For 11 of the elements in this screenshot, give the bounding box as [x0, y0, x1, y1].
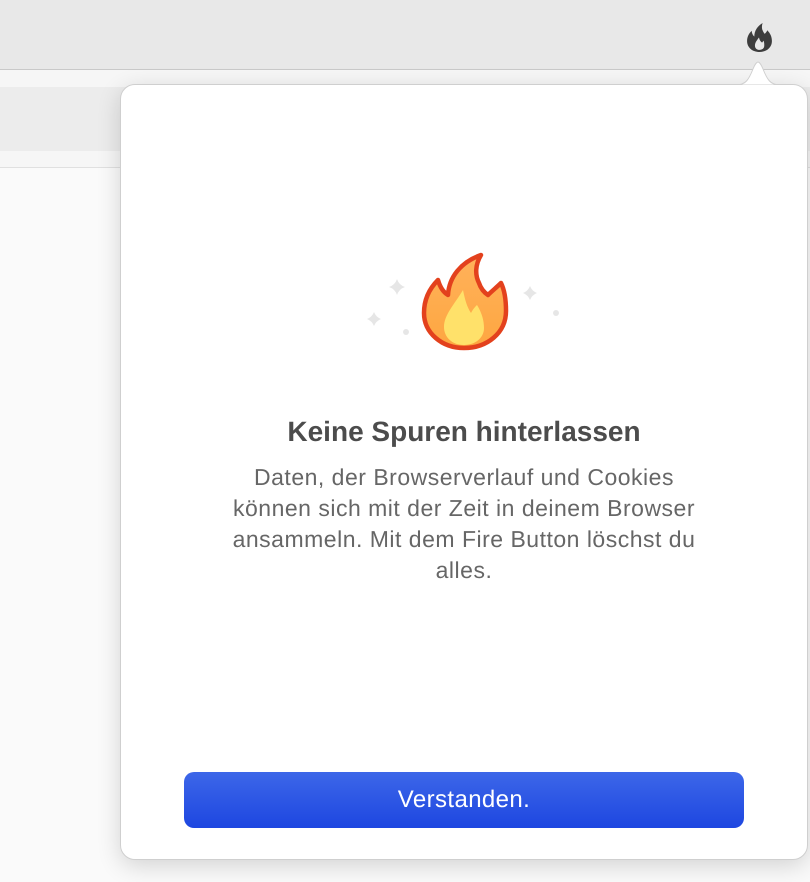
sparkle-icon [389, 279, 405, 295]
confirm-button[interactable]: Verstanden. [184, 772, 744, 828]
popover-message: Daten, der Browserverlauf und Cookies können sich mit der Zeit in deinem Browser ansammeln. Mit dem Fire Button löschst du alles. [232, 463, 696, 585]
fire-button[interactable] [747, 23, 772, 52]
dot-icon [403, 329, 409, 335]
flame-icon [747, 23, 772, 52]
sparkle-icon [523, 286, 537, 300]
flame-icon [422, 252, 508, 350]
sparkle-icon [367, 312, 381, 326]
popover-title: Keine Spuren hinterlassen [287, 415, 641, 449]
dot-icon [553, 310, 559, 316]
